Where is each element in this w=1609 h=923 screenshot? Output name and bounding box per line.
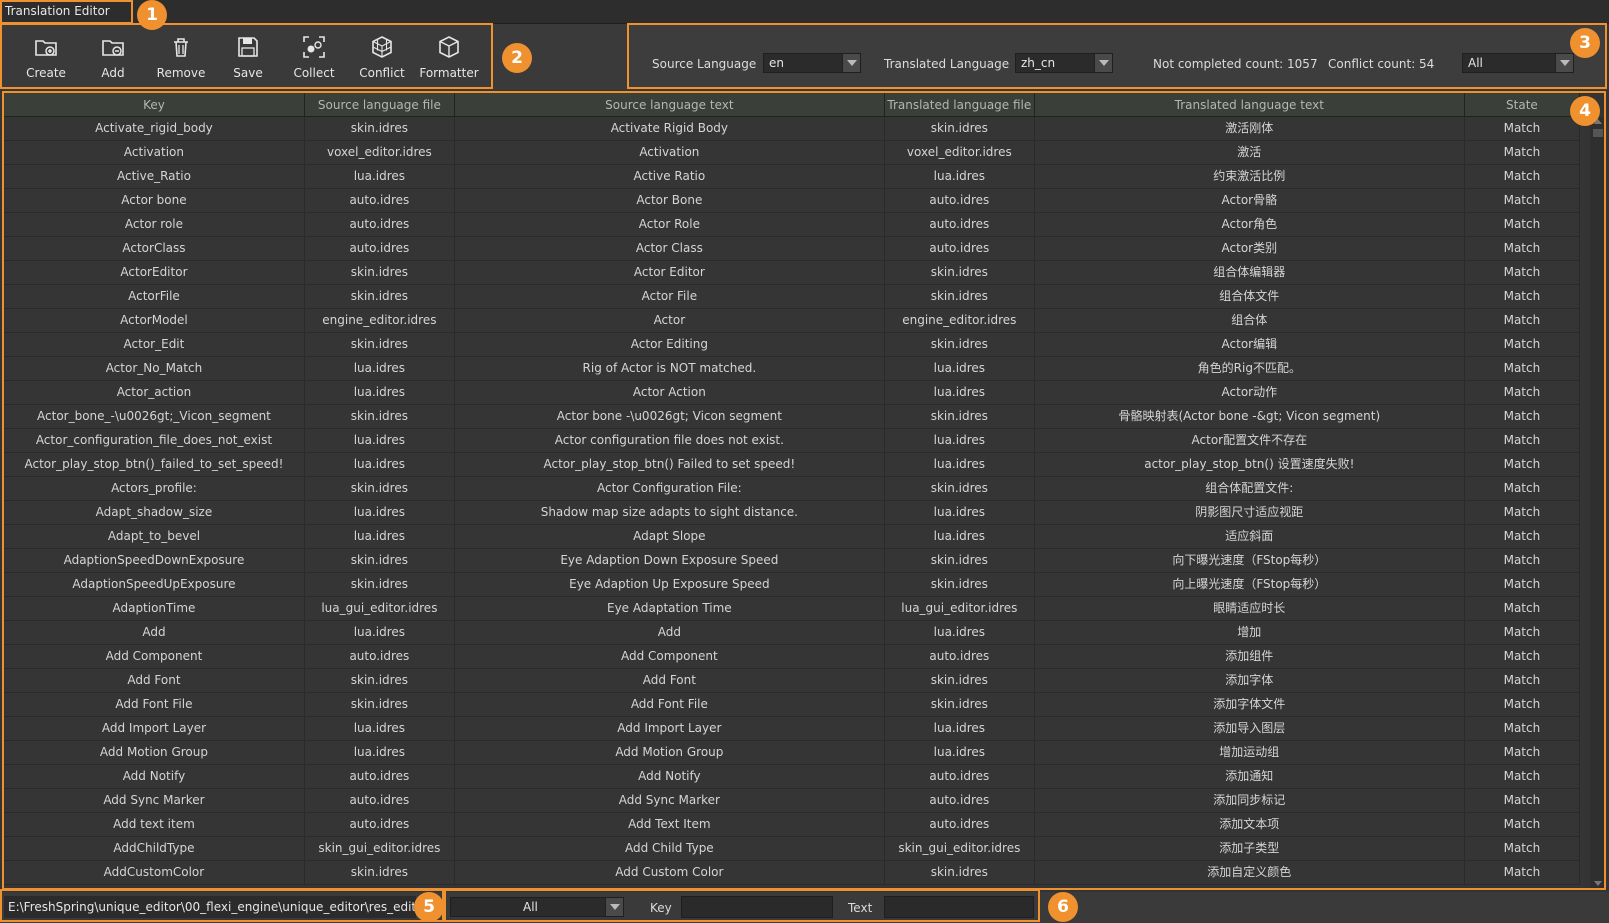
highlight-box-6	[442, 889, 1040, 922]
badge-4: 4	[1570, 96, 1600, 126]
badge-6: 6	[1048, 892, 1078, 922]
translation-editor-window: Translation Editor 1 Create Add Remove S…	[0, 0, 1609, 923]
highlight-box-5	[0, 889, 446, 922]
highlight-box-4	[2, 91, 1606, 890]
highlight-box-2	[0, 23, 493, 89]
title-bar: Translation Editor	[0, 0, 1609, 24]
badge-5: 5	[414, 892, 444, 922]
badge-1: 1	[137, 0, 167, 30]
badge-2: 2	[502, 43, 532, 73]
badge-3: 3	[1570, 28, 1600, 58]
highlight-box-3	[627, 23, 1607, 89]
highlight-box-1	[0, 0, 133, 24]
